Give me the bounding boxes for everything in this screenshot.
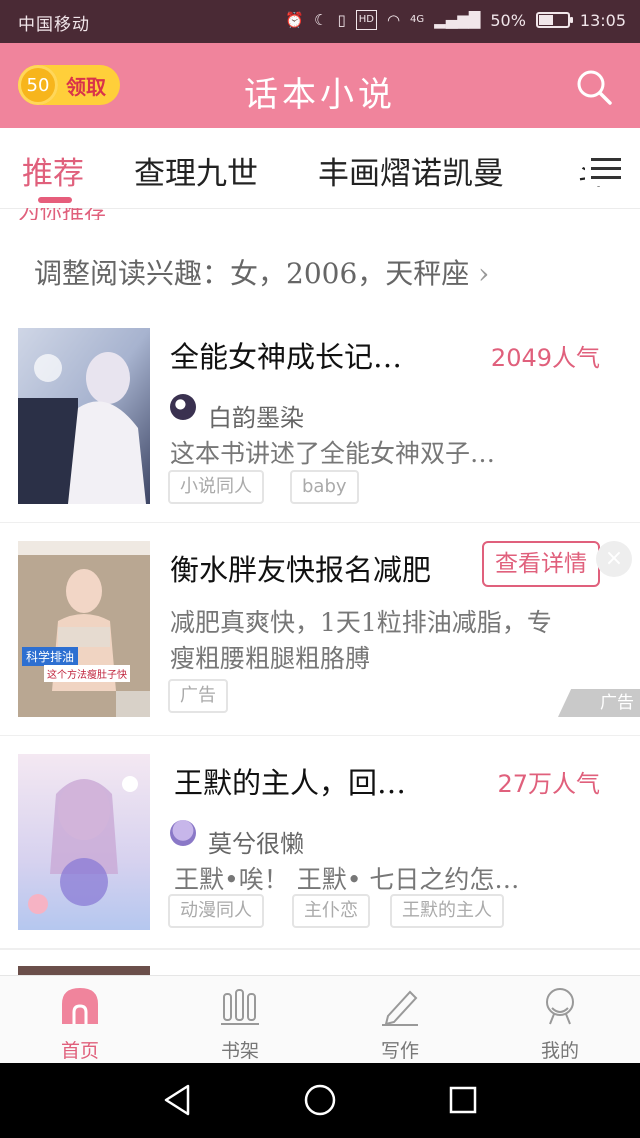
bookshelf-icon bbox=[220, 986, 260, 1026]
nav-home[interactable]: 首页 bbox=[30, 982, 130, 1062]
category-tabs: 推荐 查理九世 丰画熠诺凯曼 斗 bbox=[0, 128, 640, 209]
interest-link[interactable]: 调整阅读兴趣：女，2006，天秤座 › bbox=[34, 252, 489, 292]
book-description: 这本书讲述了全能女神双子… bbox=[170, 439, 496, 468]
ad-cover: 科学排油 这个方法瘦肚子快 bbox=[18, 541, 150, 717]
home-circle-icon[interactable] bbox=[303, 1083, 337, 1117]
clock: 13:05 bbox=[579, 10, 626, 30]
ad-description-line: 瘦粗腰粗腿粗胳膊 bbox=[170, 644, 371, 673]
book-title: 王默的主人，回… bbox=[174, 766, 407, 800]
pencil-icon bbox=[380, 986, 420, 1026]
tab-menu-icon[interactable] bbox=[585, 152, 629, 186]
signal-icon: ▂▄▆█ bbox=[434, 11, 481, 29]
app-header: 50 领取 话本小说 bbox=[0, 43, 640, 128]
home-icon bbox=[60, 986, 100, 1026]
app-title: 话本小说 bbox=[244, 75, 396, 115]
status-icons: ⏰ ☾ ▯ HD ◠ 4G ▂▄▆█ 50% 13:05 bbox=[285, 10, 626, 30]
chevron-right-icon: › bbox=[478, 257, 490, 290]
tab-chali[interactable]: 查理九世 bbox=[134, 148, 258, 193]
recent-apps-icon[interactable] bbox=[448, 1085, 478, 1115]
profile-icon bbox=[540, 986, 580, 1026]
popularity: 2049人气 bbox=[490, 344, 600, 372]
book-card[interactable]: 王默的主人，回… 27万人气 莫兮很懒 王默•唉！ 王默• 七日之约怎… 动漫同… bbox=[0, 736, 640, 950]
alarm-icon: ⏰ bbox=[285, 11, 304, 29]
popularity: 27万人气 bbox=[497, 770, 600, 798]
tab-recommend[interactable]: 推荐 bbox=[22, 148, 84, 193]
vibrate-icon: ▯ bbox=[337, 11, 346, 29]
battery-icon bbox=[535, 12, 573, 28]
ad-card[interactable]: 科学排油 这个方法瘦肚子快 衡水胖友快报名减肥 查看详情 × 减肥真爽快，1天1… bbox=[0, 523, 640, 737]
network-type: 4G bbox=[410, 14, 425, 25]
nav-label: 我的 bbox=[540, 1040, 579, 1062]
interest-text: 调整阅读兴趣：女，2006，天秤座 bbox=[34, 257, 470, 290]
moon-icon: ☾ bbox=[314, 11, 328, 29]
tab-indicator bbox=[38, 197, 72, 203]
avatar bbox=[170, 820, 196, 846]
nav-label: 首页 bbox=[60, 1040, 99, 1062]
carrier-name: 中国移动 bbox=[18, 15, 90, 35]
view-details-button[interactable]: 查看详情 bbox=[482, 541, 600, 587]
battery-percent: 50% bbox=[490, 10, 526, 30]
tag[interactable]: baby bbox=[290, 470, 359, 504]
book-card[interactable]: 全能女神成长记… 2049人气 白韵墨染 这本书讲述了全能女神双子… 小说同人 … bbox=[0, 310, 640, 524]
ad-description-line: 减肥真爽快，1天1粒排油减脂，专 bbox=[170, 608, 552, 637]
close-icon[interactable]: × bbox=[596, 541, 632, 577]
tag: 广告 bbox=[168, 679, 228, 713]
author-name: 莫兮很懒 bbox=[208, 830, 304, 858]
ad-badge: 广告 bbox=[558, 689, 640, 717]
cover-text: 科学排油 bbox=[22, 647, 79, 666]
hd-icon: HD bbox=[355, 10, 377, 30]
book-cover bbox=[18, 328, 150, 504]
nav-profile[interactable]: 我的 bbox=[510, 982, 610, 1062]
tag[interactable]: 主仆恋 bbox=[292, 894, 370, 928]
system-navigation-bar bbox=[0, 1063, 640, 1138]
tag[interactable]: 王默的主人 bbox=[390, 894, 504, 928]
tab-fenghua[interactable]: 丰画熠诺凯曼 bbox=[318, 148, 504, 193]
nav-label: 写作 bbox=[380, 1040, 419, 1062]
author-name: 白韵墨染 bbox=[208, 404, 304, 432]
ad-title: 衡水胖友快报名减肥 bbox=[170, 553, 432, 587]
book-title: 全能女神成长记… bbox=[170, 340, 403, 374]
book-description: 王默•唉！ 王默• 七日之约怎… bbox=[174, 865, 520, 894]
tag[interactable]: 动漫同人 bbox=[168, 894, 264, 928]
status-bar: 中国移动 ⏰ ☾ ▯ HD ◠ 4G ▂▄▆█ 50% 13:05 bbox=[0, 0, 640, 43]
nav-write[interactable]: 写作 bbox=[350, 982, 450, 1062]
battery-fill bbox=[538, 15, 553, 25]
section-heading: 为你推荐 bbox=[18, 208, 106, 220]
search-icon[interactable] bbox=[574, 67, 614, 107]
nav-bookshelf[interactable]: 书架 bbox=[190, 982, 290, 1062]
back-icon[interactable] bbox=[162, 1083, 192, 1117]
tag[interactable]: 小说同人 bbox=[168, 470, 264, 504]
avatar bbox=[170, 394, 196, 420]
book-cover bbox=[18, 754, 150, 930]
bottom-navigation: 首页 书架 写作 我的 bbox=[0, 975, 640, 1064]
wifi-icon: ◠ bbox=[386, 11, 401, 29]
nav-label: 书架 bbox=[220, 1040, 259, 1062]
cover-text: 这个方法瘦肚子快 bbox=[44, 665, 130, 682]
